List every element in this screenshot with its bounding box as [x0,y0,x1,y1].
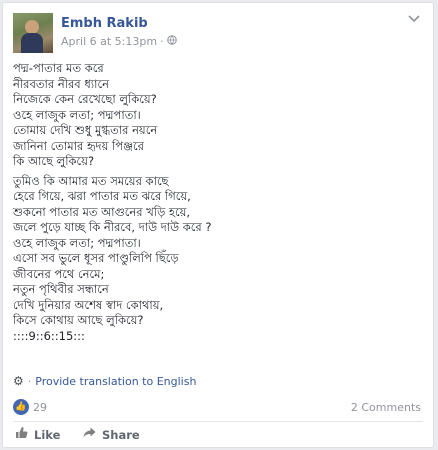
like-count[interactable]: 29 [33,401,47,414]
post-line: তোমায় দেখি শুধু মুগ্ধতার নয়নে [13,123,158,137]
post-card: Embh Rakib April 6 at 5:13pm · পদ্ম-পাতা… [2,2,434,448]
post-line: কি আছে লুকিয়ে? [13,154,95,168]
post-line: কিসে কোথায় আছে লুকিয়ে? [13,313,144,327]
avatar-body [21,33,43,53]
post-line: শুকনো পাতার মত আগুনের খড়ি হয়ে, [13,204,191,219]
comments-count[interactable]: 2 Comments [351,401,421,414]
post-line: নিজেকে কেন রেখেছো লুকিয়ে? [13,92,157,106]
post-line: এসো সব ভুলে ধূসর পাণ্ডুলিপি ছিঁড়ে [13,251,179,265]
post-line: নীরবতার নীরব ধ্যানে [13,76,109,91]
timestamp-link[interactable]: April 6 at 5:13pm [61,35,157,48]
post-line: হেরে গিয়ে, ঝরা পাতার মত ঝরে গিয়ে, [13,189,191,203]
like-button[interactable]: Like [15,426,60,443]
post-stanza: পদ্ম-পাতার মত করে নীরবতার নীরব ধ্যানে নিজে… [13,61,423,170]
post-line: জলে পুড়ে যাচ্ছ কি নীরবে, দাউ দাউ করে ? [13,220,212,234]
avatar-head [25,20,39,34]
action-bar: Like Share [13,426,423,446]
thumbs-up-icon [15,426,28,443]
reactions-bar: 👍 29 2 Comments [13,399,423,417]
post-line: ওহে লাজুক লতা; পদ্মপাতা। [13,107,141,122]
like-icon[interactable]: 👍 [13,399,29,415]
gear-icon: ⚙ [13,374,24,388]
post-line: ওহে লাজুক লতা; পদ্মপাতা। [13,235,141,250]
post-meta: April 6 at 5:13pm · [61,35,177,48]
post-header: Embh Rakib April 6 at 5:13pm · [13,13,423,53]
translate-label: Provide translation to English [35,374,197,388]
post-line: জানিনা তোমার হৃদয় পিঞ্জরে [13,138,144,153]
post-line: ::::9::6::15::: [13,328,85,343]
like-label: Like [34,427,61,442]
separator-dot: · [27,374,32,388]
separator-dot: · [160,35,164,48]
share-button[interactable]: Share [83,426,140,443]
avatar[interactable] [13,13,53,53]
post-line: জীবনের পথে নেমে; [13,266,105,281]
post-line: পদ্ম-পাতার মত করে [13,61,104,75]
post-line: নতুন পৃথিবীর সন্ধানে [13,282,109,296]
post-stanza: তুমিও কি আমার মত সময়ের কাছে হেরে গিয়ে, … [13,174,423,345]
post-line: দেখি দুনিয়ার অশেষ স্বাদ কোথায়, [13,297,164,312]
translate-link[interactable]: ⚙ · Provide translation to English [13,374,196,388]
divider [13,421,423,422]
globe-icon[interactable] [166,35,177,48]
share-label: Share [102,427,140,442]
post-body: পদ্ম-পাতার মত করে নীরবতার নীরব ধ্যানে নিজে… [13,61,423,348]
chevron-down-icon[interactable] [407,15,421,25]
author-name[interactable]: Embh Rakib [61,16,148,31]
post-line: তুমিও কি আমার মত সময়ের কাছে [13,173,169,188]
share-icon [83,426,96,443]
